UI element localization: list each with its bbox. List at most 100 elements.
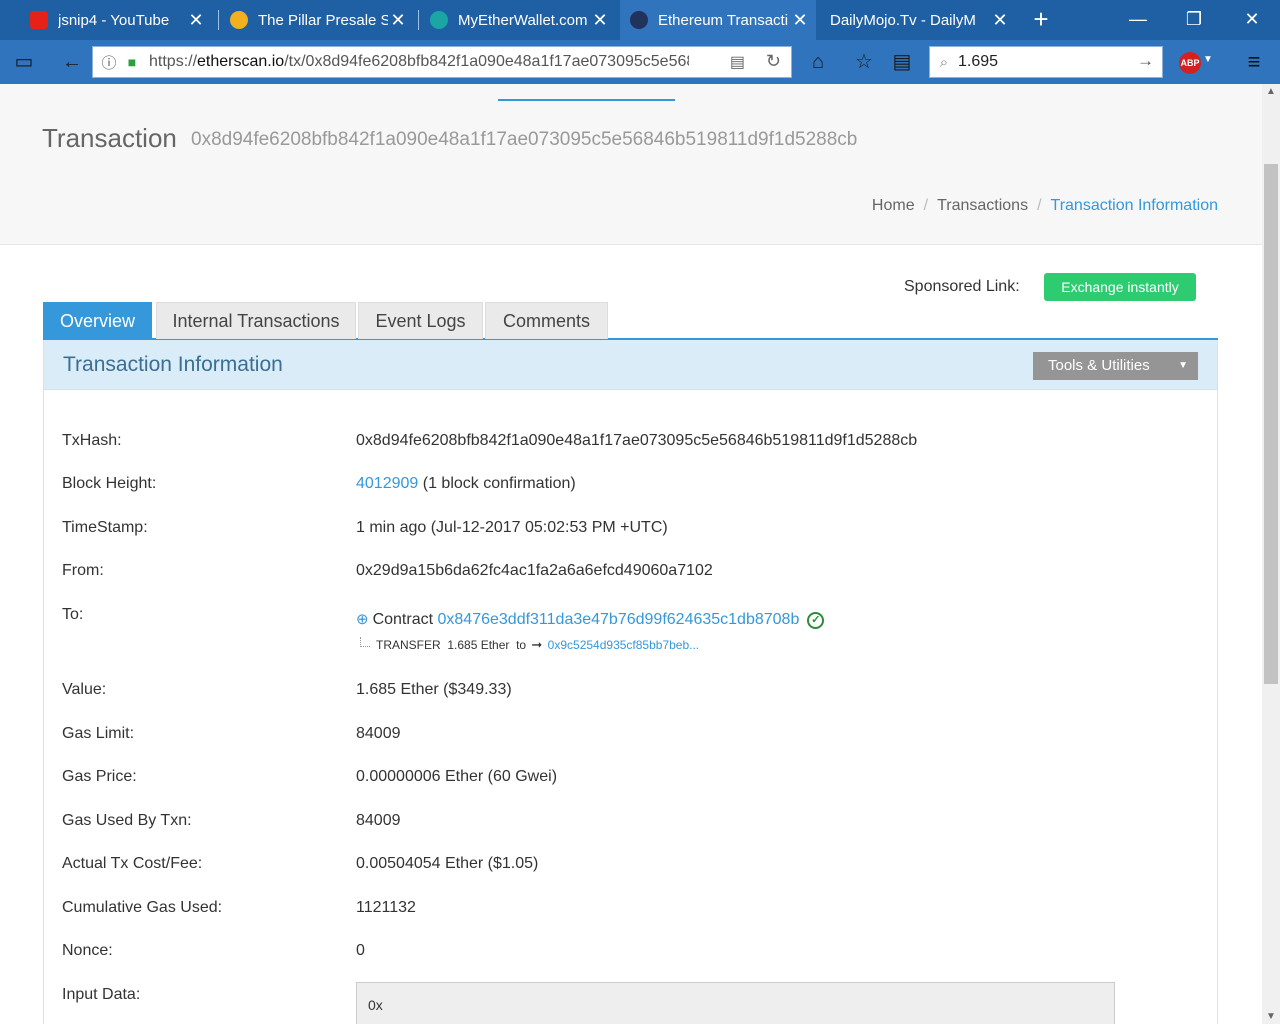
address-bar[interactable]: ⓘ ■ https://etherscan.io/tx/0x8d94fe6208… (92, 46, 792, 78)
breadcrumb-current: Transaction Information (1050, 197, 1218, 214)
browser-tab-title: jsnip4 - YouTube (58, 11, 170, 29)
exchange-instantly-button[interactable]: Exchange instantly (1044, 273, 1196, 301)
browser-tab-myetherwallet[interactable]: MyEtherWallet.com ✕ (420, 0, 616, 40)
address-bar-url[interactable]: https://etherscan.io/tx/0x8d94fe6208bfb8… (149, 53, 689, 71)
back-icon[interactable]: ← (56, 47, 88, 77)
scroll-up-icon[interactable]: ▲ (1262, 86, 1280, 97)
chevron-down-icon[interactable]: ▼ (1203, 54, 1213, 65)
gas-limit-label: Gas Limit: (62, 725, 135, 742)
close-icon[interactable]: ✕ (790, 10, 810, 31)
from-label: From: (62, 562, 104, 579)
pillar-icon (230, 11, 248, 29)
browser-tab-title: DailyMojo.Tv - DailyM (830, 11, 976, 29)
browser-tab-pillar[interactable]: The Pillar Presale S ✕ (220, 0, 414, 40)
input-data-label: Input Data: (62, 986, 141, 1003)
breadcrumb-separator: / (1037, 197, 1042, 214)
fee-label: Actual Tx Cost/Fee: (62, 855, 203, 872)
input-data-box[interactable]: 0x (356, 982, 1115, 1024)
new-tab-icon[interactable]: + (1026, 4, 1056, 36)
restore-icon[interactable]: ❐ (1166, 0, 1222, 40)
tab-event-logs[interactable]: Event Logs (358, 302, 483, 339)
bookmark-star-icon[interactable]: ☆ (848, 47, 880, 77)
panel-title: Transaction Information (63, 353, 283, 376)
folder-icon[interactable]: ▭ (8, 47, 40, 77)
tab-overview[interactable]: Overview (43, 302, 152, 339)
arrow-right-icon: ➞ (531, 637, 543, 652)
panel-body (43, 390, 1218, 1024)
tools-utilities-label: Tools & Utilities (1048, 357, 1150, 374)
info-icon[interactable]: ⓘ (97, 52, 121, 73)
txhash-value: 0x8d94fe6208bfb842f1a090e48a1f17ae073095… (356, 432, 918, 449)
bookmarks-list-icon[interactable]: ▤ (886, 47, 918, 77)
from-address-link[interactable]: 0x29d9a15b6da62fc4ac1fa2a6a6efcd49060a71… (356, 562, 713, 580)
chevron-down-icon: ▼ (1178, 360, 1188, 371)
page-header: Transaction 0x8d94fe6208bfb842f1a090e48a… (0, 84, 1262, 245)
etherscan-icon (630, 11, 648, 29)
page-title-hash: 0x8d94fe6208bfb842f1a090e48a1f17ae073095… (191, 129, 858, 150)
token-transfer-line: TRANSFER 1.685 Ether to ➞ 0x9c5254d935cf… (360, 637, 699, 653)
close-icon[interactable]: ✕ (186, 10, 206, 31)
block-confirmations: (1 block confirmation) (422, 475, 576, 492)
url-host: etherscan.io (197, 53, 285, 70)
tools-utilities-button[interactable]: Tools & Utilities ▼ (1033, 352, 1198, 380)
browser-tab-youtube[interactable]: jsnip4 - YouTube ✕ (20, 0, 212, 40)
close-icon[interactable]: ✕ (990, 10, 1010, 31)
minimize-icon[interactable]: — (1110, 0, 1166, 40)
browser-tab-bar: jsnip4 - YouTube ✕ The Pillar Presale S … (0, 0, 1280, 40)
tab-comments[interactable]: Comments (485, 302, 608, 339)
to-contract-link[interactable]: 0x8476e3ddf311da3e47b76d99f624635c1db870… (438, 611, 800, 628)
scroll-thumb[interactable] (1264, 164, 1278, 684)
url-path: /tx/0x8d94fe6208bfb842f1a090e48a1f17ae07… (284, 53, 689, 70)
adblock-plus-icon[interactable]: ABP (1179, 52, 1201, 74)
block-height-value: 4012909 (1 block confirmation) (356, 475, 576, 493)
gas-price-label: Gas Price: (62, 768, 137, 785)
timestamp-label: TimeStamp: (62, 519, 148, 536)
gas-limit-value: 84009 (356, 725, 401, 742)
page-scrollbar[interactable]: ▲ ▼ (1262, 84, 1280, 1024)
close-icon[interactable]: ✕ (388, 10, 408, 31)
zoom-icon[interactable]: ⊕ (356, 611, 369, 628)
transfer-label: TRANSFER (376, 638, 441, 652)
panel-header: Transaction Information Tools & Utilitie… (43, 340, 1218, 390)
browser-toolbar: ▭ ← ⓘ ■ https://etherscan.io/tx/0x8d94fe… (0, 40, 1280, 84)
block-link[interactable]: 4012909 (356, 475, 418, 492)
verified-check-icon: ✓ (807, 612, 825, 629)
search-bar[interactable]: ⌕ → (929, 46, 1163, 78)
nonce-value: 0 (356, 942, 365, 959)
browser-tab-etherscan[interactable]: Ethereum Transacti ✕ (620, 0, 816, 40)
browser-tab-title: Ethereum Transacti (658, 11, 789, 29)
scroll-down-icon[interactable]: ▼ (1262, 1011, 1280, 1022)
tab-divider (218, 10, 219, 30)
transfer-to-link[interactable]: 0x9c5254d935cf85bb7beb... (548, 638, 699, 652)
close-icon[interactable]: ✕ (590, 10, 610, 31)
page-title: Transaction (42, 123, 177, 153)
tab-divider (418, 10, 419, 30)
tree-connector (360, 637, 370, 647)
tab-internal-transactions[interactable]: Internal Transactions (156, 302, 356, 339)
value-value: 1.685 Ether ($349.33) (356, 681, 512, 698)
cumulative-gas-value: 1121132 (356, 899, 416, 916)
home-icon[interactable]: ⌂ (802, 47, 834, 77)
url-prefix: https:// (149, 53, 198, 70)
reload-icon[interactable]: ↻ (766, 51, 781, 72)
search-icon: ⌕ (939, 53, 949, 71)
myetherwallet-icon (430, 11, 448, 29)
txhash-label: TxHash: (62, 432, 122, 449)
hamburger-menu-icon[interactable]: ≡ (1240, 48, 1268, 76)
breadcrumb-home[interactable]: Home (872, 197, 915, 214)
gas-used-label: Gas Used By Txn: (62, 812, 192, 829)
browser-tab-dailymojo[interactable]: DailyMojo.Tv - DailyM ✕ (820, 0, 1016, 40)
contract-prefix: Contract (372, 611, 434, 628)
youtube-icon (30, 11, 48, 29)
breadcrumb-transactions[interactable]: Transactions (937, 197, 1028, 214)
breadcrumb: Home / Transactions / Transaction Informatio… (872, 197, 1218, 215)
value-label: Value: (62, 681, 107, 698)
search-go-icon[interactable]: → (1137, 51, 1154, 71)
gas-price-value: 0.00000006 Ether (60 Gwei) (356, 768, 558, 785)
close-window-icon[interactable]: ✕ (1224, 0, 1280, 40)
reader-view-icon[interactable]: ▤ (730, 52, 745, 72)
block-height-label: Block Height: (62, 475, 157, 492)
lock-icon: ■ (127, 54, 137, 70)
page-content: Transaction 0x8d94fe6208bfb842f1a090e48a… (0, 84, 1262, 1024)
search-input[interactable] (958, 53, 1128, 71)
